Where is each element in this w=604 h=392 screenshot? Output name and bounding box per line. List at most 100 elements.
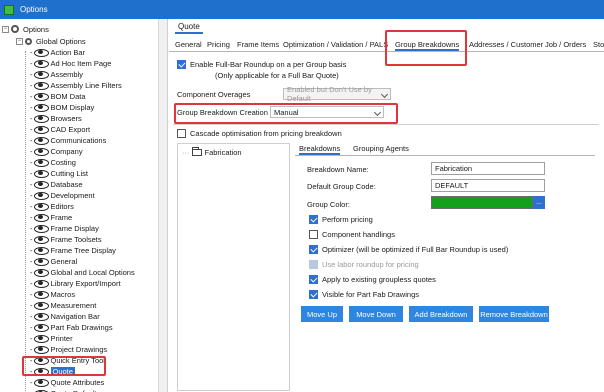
option-label: Apply to existing groupless quotes <box>322 275 436 284</box>
tree-connector: - <box>30 179 33 189</box>
tab-breakdowns[interactable]: Breakdowns <box>299 144 341 155</box>
options-tree[interactable]: − Options − Global Options - Action Bar - A… <box>0 19 168 392</box>
cascade-checkbox[interactable] <box>177 129 186 138</box>
option-checkbox[interactable] <box>309 215 318 224</box>
option-label: Perform pricing <box>322 215 373 224</box>
option-row[interactable]: Optimizer (will be optimized if Full Bar… <box>309 245 508 254</box>
eye-icon <box>33 181 49 189</box>
tree-item-label: Database <box>50 179 83 189</box>
breakdown-tree-node[interactable]: ··· Fabrication <box>182 147 242 157</box>
window-title: Options <box>20 5 48 14</box>
eye-icon <box>33 258 49 266</box>
eye-icon <box>33 137 49 145</box>
option-row[interactable]: Visible for Part Fab Drawings <box>309 290 419 299</box>
tree-item-label: CAD Export <box>50 124 91 134</box>
tree-item-label: BOM Data <box>50 91 86 101</box>
group-color-label: Group Color: <box>307 200 350 209</box>
tab-general[interactable]: General <box>175 40 202 49</box>
breakdown-tree[interactable]: ··· Fabrication <box>177 143 290 391</box>
chevron-down-icon[interactable] <box>373 108 382 117</box>
tree-item[interactable]: - Quote Default <box>30 387 97 392</box>
tree-item-label: Part Fab Drawings <box>50 322 113 332</box>
tree-connector: ··· <box>182 148 190 157</box>
option-checkbox[interactable] <box>309 290 318 299</box>
move-up-button[interactable]: Move Up <box>301 306 343 322</box>
tree-item-label: BOM Display <box>50 102 95 112</box>
tree-item-label: Action Bar <box>50 47 86 57</box>
tab-overflow[interactable]: Sto <box>593 40 604 49</box>
eye-icon <box>33 291 49 299</box>
move-down-button[interactable]: Move Down <box>349 306 403 322</box>
tree-item-label: Printer <box>50 333 73 343</box>
eye-icon <box>33 104 49 112</box>
tree-item-label: Frame Toolsets <box>50 234 102 244</box>
tree-item-label: Communications <box>50 135 107 145</box>
eye-icon <box>33 225 49 233</box>
remove-breakdown-button[interactable]: Remove Breakdown <box>479 306 549 322</box>
tree-connector: - <box>30 47 33 57</box>
eye-icon <box>33 313 49 321</box>
color-picker-button[interactable]: ... <box>533 196 545 209</box>
group-color-swatch[interactable] <box>431 196 533 209</box>
tab-job-orders[interactable]: Job / Orders <box>545 40 586 49</box>
eye-icon <box>33 203 49 211</box>
tree-connector: - <box>30 267 33 277</box>
add-breakdown-button[interactable]: Add Breakdown <box>409 306 473 322</box>
tab-pricing[interactable]: Pricing <box>207 40 230 49</box>
option-row[interactable]: Component handlings <box>309 230 395 239</box>
default-group-code-field[interactable]: DEFAULT <box>431 179 545 192</box>
tab-grouping-agents[interactable]: Grouping Agents <box>353 144 409 153</box>
tree-connector: - <box>30 377 33 387</box>
eye-icon <box>33 214 49 222</box>
tree-connector: - <box>30 69 33 79</box>
eye-icon <box>33 148 49 156</box>
eye-icon <box>33 379 49 387</box>
tree-connector: - <box>30 190 33 200</box>
tree-connector: - <box>30 146 33 156</box>
enable-roundup-row[interactable]: Enable Full-Bar Roundup on a per Group b… <box>177 60 346 69</box>
tab-frame-items[interactable]: Frame Items <box>237 40 279 49</box>
enable-roundup-checkbox[interactable] <box>177 60 186 69</box>
tree-connector: - <box>30 278 33 288</box>
tree-item-label: Quote Default <box>51 389 97 392</box>
option-checkbox[interactable] <box>309 275 318 284</box>
component-overages-select: Enabled but Don't Use by Default <box>283 85 391 103</box>
option-checkbox[interactable] <box>309 230 318 239</box>
option-checkbox[interactable] <box>309 245 318 254</box>
tree-scrollbar[interactable] <box>158 19 167 392</box>
collapse-icon[interactable]: − <box>16 37 23 45</box>
tab-group-breakdowns[interactable]: Group Breakdowns <box>395 40 460 51</box>
tree-item-label: Macros <box>50 289 76 299</box>
tree-connector: - <box>30 168 33 178</box>
option-row[interactable]: Perform pricing <box>309 215 373 224</box>
tree-root-label: Options <box>23 24 49 34</box>
tree-item-label: Development <box>50 190 95 200</box>
option-row[interactable]: Use labor roundup for pricing <box>309 260 419 269</box>
breakdown-name-field[interactable]: Fabrication <box>431 162 545 175</box>
tree-connector: - <box>30 289 33 299</box>
option-label: Optimizer (will be optimized if Full Bar… <box>322 245 509 254</box>
default-group-code-label: Default Group Code: <box>307 182 376 191</box>
breakdown-name-label: Breakdown Name: <box>307 165 369 174</box>
section-tab-quote[interactable]: Quote <box>175 21 203 34</box>
tree-item-label: Company <box>50 146 83 156</box>
tree-connector: - <box>30 102 33 112</box>
eye-icon <box>33 82 49 90</box>
tree-connector: - <box>30 245 33 255</box>
tree-root[interactable]: − Options <box>2 23 49 35</box>
folder-icon <box>191 147 202 156</box>
option-label: Component handlings <box>322 230 395 239</box>
tab-addresses-customer[interactable]: Addresses / Customer <box>469 40 543 49</box>
tree-guide-line <box>25 51 26 391</box>
collapse-icon[interactable]: − <box>2 25 9 33</box>
tree-item-label: General <box>50 256 78 266</box>
eye-icon <box>33 93 49 101</box>
tree-connector: - <box>30 389 33 392</box>
tab-optimization[interactable]: Optimization / Validation / PALS <box>283 40 388 49</box>
group-breakdown-creation-select[interactable]: Manual <box>270 106 384 118</box>
tree-item-label: Navigation Bar <box>50 311 100 321</box>
tree-item-label: Assembly Line Filters <box>50 80 122 90</box>
option-row[interactable]: Apply to existing groupless quotes <box>309 275 436 284</box>
gear-icon <box>11 25 19 33</box>
cascade-row[interactable]: Cascade optimisation from pricing breakd… <box>177 129 342 138</box>
